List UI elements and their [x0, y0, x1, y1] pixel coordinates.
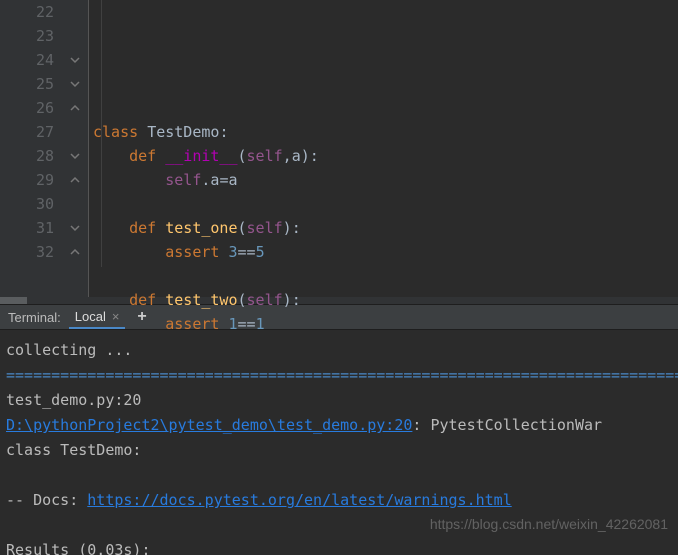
terminal-line: -- Docs: https://docs.pytest.org/en/late…	[6, 488, 672, 513]
terminal-line: test_demo.py:20	[6, 388, 672, 413]
terminal-label: Terminal:	[0, 310, 69, 325]
code-line[interactable]: assert 3==5	[93, 240, 678, 264]
line-number: 29	[0, 168, 54, 192]
terminal-text: : PytestCollectionWar	[412, 416, 602, 434]
line-number: 25	[0, 72, 54, 96]
terminal-output[interactable]: collecting ... =========================…	[0, 330, 678, 555]
line-number: 23	[0, 24, 54, 48]
code-line[interactable]: self.a=a	[93, 168, 678, 192]
fold-toggle-icon[interactable]	[62, 168, 88, 192]
code-area[interactable]: class TestDemo: def __init__(self,a): se…	[89, 0, 678, 297]
terminal-text: -- Docs:	[6, 491, 87, 509]
line-number: 27	[0, 120, 54, 144]
fold-spacer	[62, 192, 88, 216]
line-number: 26	[0, 96, 54, 120]
fold-toggle-icon[interactable]	[62, 48, 88, 72]
code-line[interactable]	[93, 72, 678, 96]
terminal-line: class TestDemo:	[6, 438, 672, 463]
code-line[interactable]: class TestDemo:	[93, 120, 678, 144]
code-line[interactable]	[93, 264, 678, 288]
line-number: 32	[0, 240, 54, 264]
fold-toggle-icon[interactable]	[62, 144, 88, 168]
line-number: 22	[0, 0, 54, 24]
fold-spacer	[62, 120, 88, 144]
terminal-line	[6, 463, 672, 488]
watermark: https://blog.csdn.net/weixin_42262081	[430, 512, 668, 537]
fold-spacer	[62, 0, 88, 24]
code-line[interactable]: def test_one(self):	[93, 216, 678, 240]
fold-toggle-icon[interactable]	[62, 96, 88, 120]
fold-gutter[interactable]	[62, 0, 88, 297]
file-link[interactable]: D:\pythonProject2\pytest_demo\test_demo.…	[6, 416, 412, 434]
line-number: 30	[0, 192, 54, 216]
code-line[interactable]	[93, 192, 678, 216]
fold-toggle-icon[interactable]	[62, 72, 88, 96]
line-number: 31	[0, 216, 54, 240]
scrollbar-thumb[interactable]	[0, 297, 27, 304]
terminal-line: ========================================…	[6, 363, 672, 388]
fold-spacer	[62, 24, 88, 48]
code-line[interactable]: def __init__(self,a):	[93, 144, 678, 168]
code-line[interactable]: def test_two(self):	[93, 288, 678, 312]
code-line[interactable]	[93, 96, 678, 120]
line-number-gutter: 2223242526272829303132	[0, 0, 62, 297]
fold-toggle-icon[interactable]	[62, 240, 88, 264]
terminal-line: D:\pythonProject2\pytest_demo\test_demo.…	[6, 413, 672, 438]
line-number: 24	[0, 48, 54, 72]
line-number: 28	[0, 144, 54, 168]
terminal-line: Results (0.03s):	[6, 538, 672, 555]
code-line[interactable]: assert 1==1	[93, 312, 678, 336]
terminal-line: collecting ...	[6, 338, 672, 363]
fold-toggle-icon[interactable]	[62, 216, 88, 240]
docs-link[interactable]: https://docs.pytest.org/en/latest/warnin…	[87, 491, 511, 509]
code-editor[interactable]: 2223242526272829303132 class TestDemo: d…	[0, 0, 678, 297]
